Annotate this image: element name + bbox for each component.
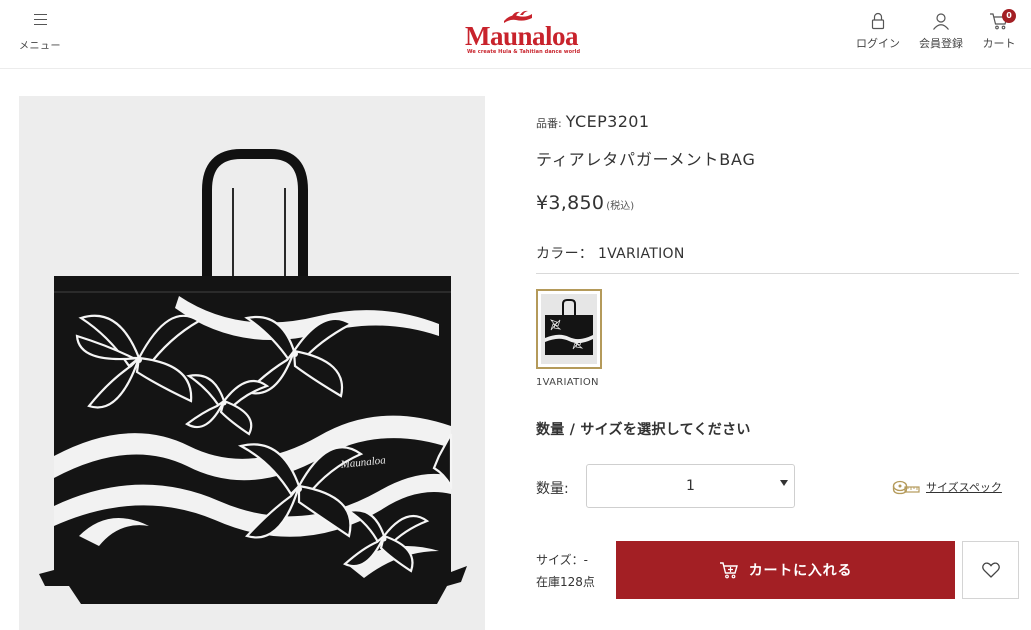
quantity-label: 数量: [536,481,569,497]
select-heading: 数量 / サイズを選択してください [536,422,751,438]
cart-link[interactable]: 0 カート [980,9,1018,56]
quantity-select[interactable]: 1 [586,464,795,508]
swatch-label: 1VARIATION [536,377,599,388]
price: ¥3,850 [536,192,605,214]
quantity-value: 1 [686,478,695,494]
product-image: Maunaloa [19,96,485,630]
garment-bag-illustration: Maunaloa [19,96,485,630]
color-value: 1VARIATION [597,246,685,262]
menu-button[interactable]: メニュー [16,12,64,56]
size-spec-link[interactable]: サイズスペック [892,476,1002,495]
logo-wordmark: Maunaloa [465,21,579,51]
color-row: カラー： 1VARIATION [536,243,685,263]
stock-info: サイズ：- 在庫128点 [536,549,595,593]
price-row: ¥3,850 (税込) [536,192,634,214]
measuring-tape-icon [892,480,920,494]
stock-line: 在庫128点 [536,575,595,589]
favorite-button[interactable] [962,541,1019,599]
size-line: サイズ：- [536,553,588,567]
site-header: メニュー Maunaloa We create Hula & Tahitian … [0,0,1031,69]
swatch-thumbnail [541,294,597,364]
login-link[interactable]: ログイン [855,12,901,56]
cart-label: カート [982,37,1016,50]
register-link[interactable]: 会員登録 [914,12,968,56]
cart-count-badge: 0 [1002,9,1016,23]
login-label: ログイン [856,37,900,50]
logo-tagline: We create Hula & Tahitian dance world [467,49,581,55]
product-name: ティアレタパガーメントBAG [536,150,756,169]
sku-row: 品番: YCEP3201 [536,112,649,131]
sku-value: YCEP3201 [565,112,650,131]
heart-icon [981,562,1000,578]
user-icon [933,13,949,30]
color-swatch[interactable] [536,289,602,369]
add-to-cart-label: カートに入れる [748,562,853,578]
site-logo[interactable]: Maunaloa We create Hula & Tahitian dance… [462,10,580,56]
register-label: 会員登録 [919,37,963,50]
tax-note: (税込) [606,201,635,212]
lock-icon [871,12,885,30]
cart-icon [719,562,738,579]
size-spec-label: サイズスペック [926,480,1002,494]
hamburger-icon [33,14,47,25]
sku-label: 品番: [536,117,562,130]
color-label: カラー： [536,246,594,262]
divider [536,273,1019,274]
add-to-cart-button[interactable]: カートに入れる [616,541,955,599]
menu-label: メニュー [19,41,61,52]
caret-down-icon [780,480,788,486]
